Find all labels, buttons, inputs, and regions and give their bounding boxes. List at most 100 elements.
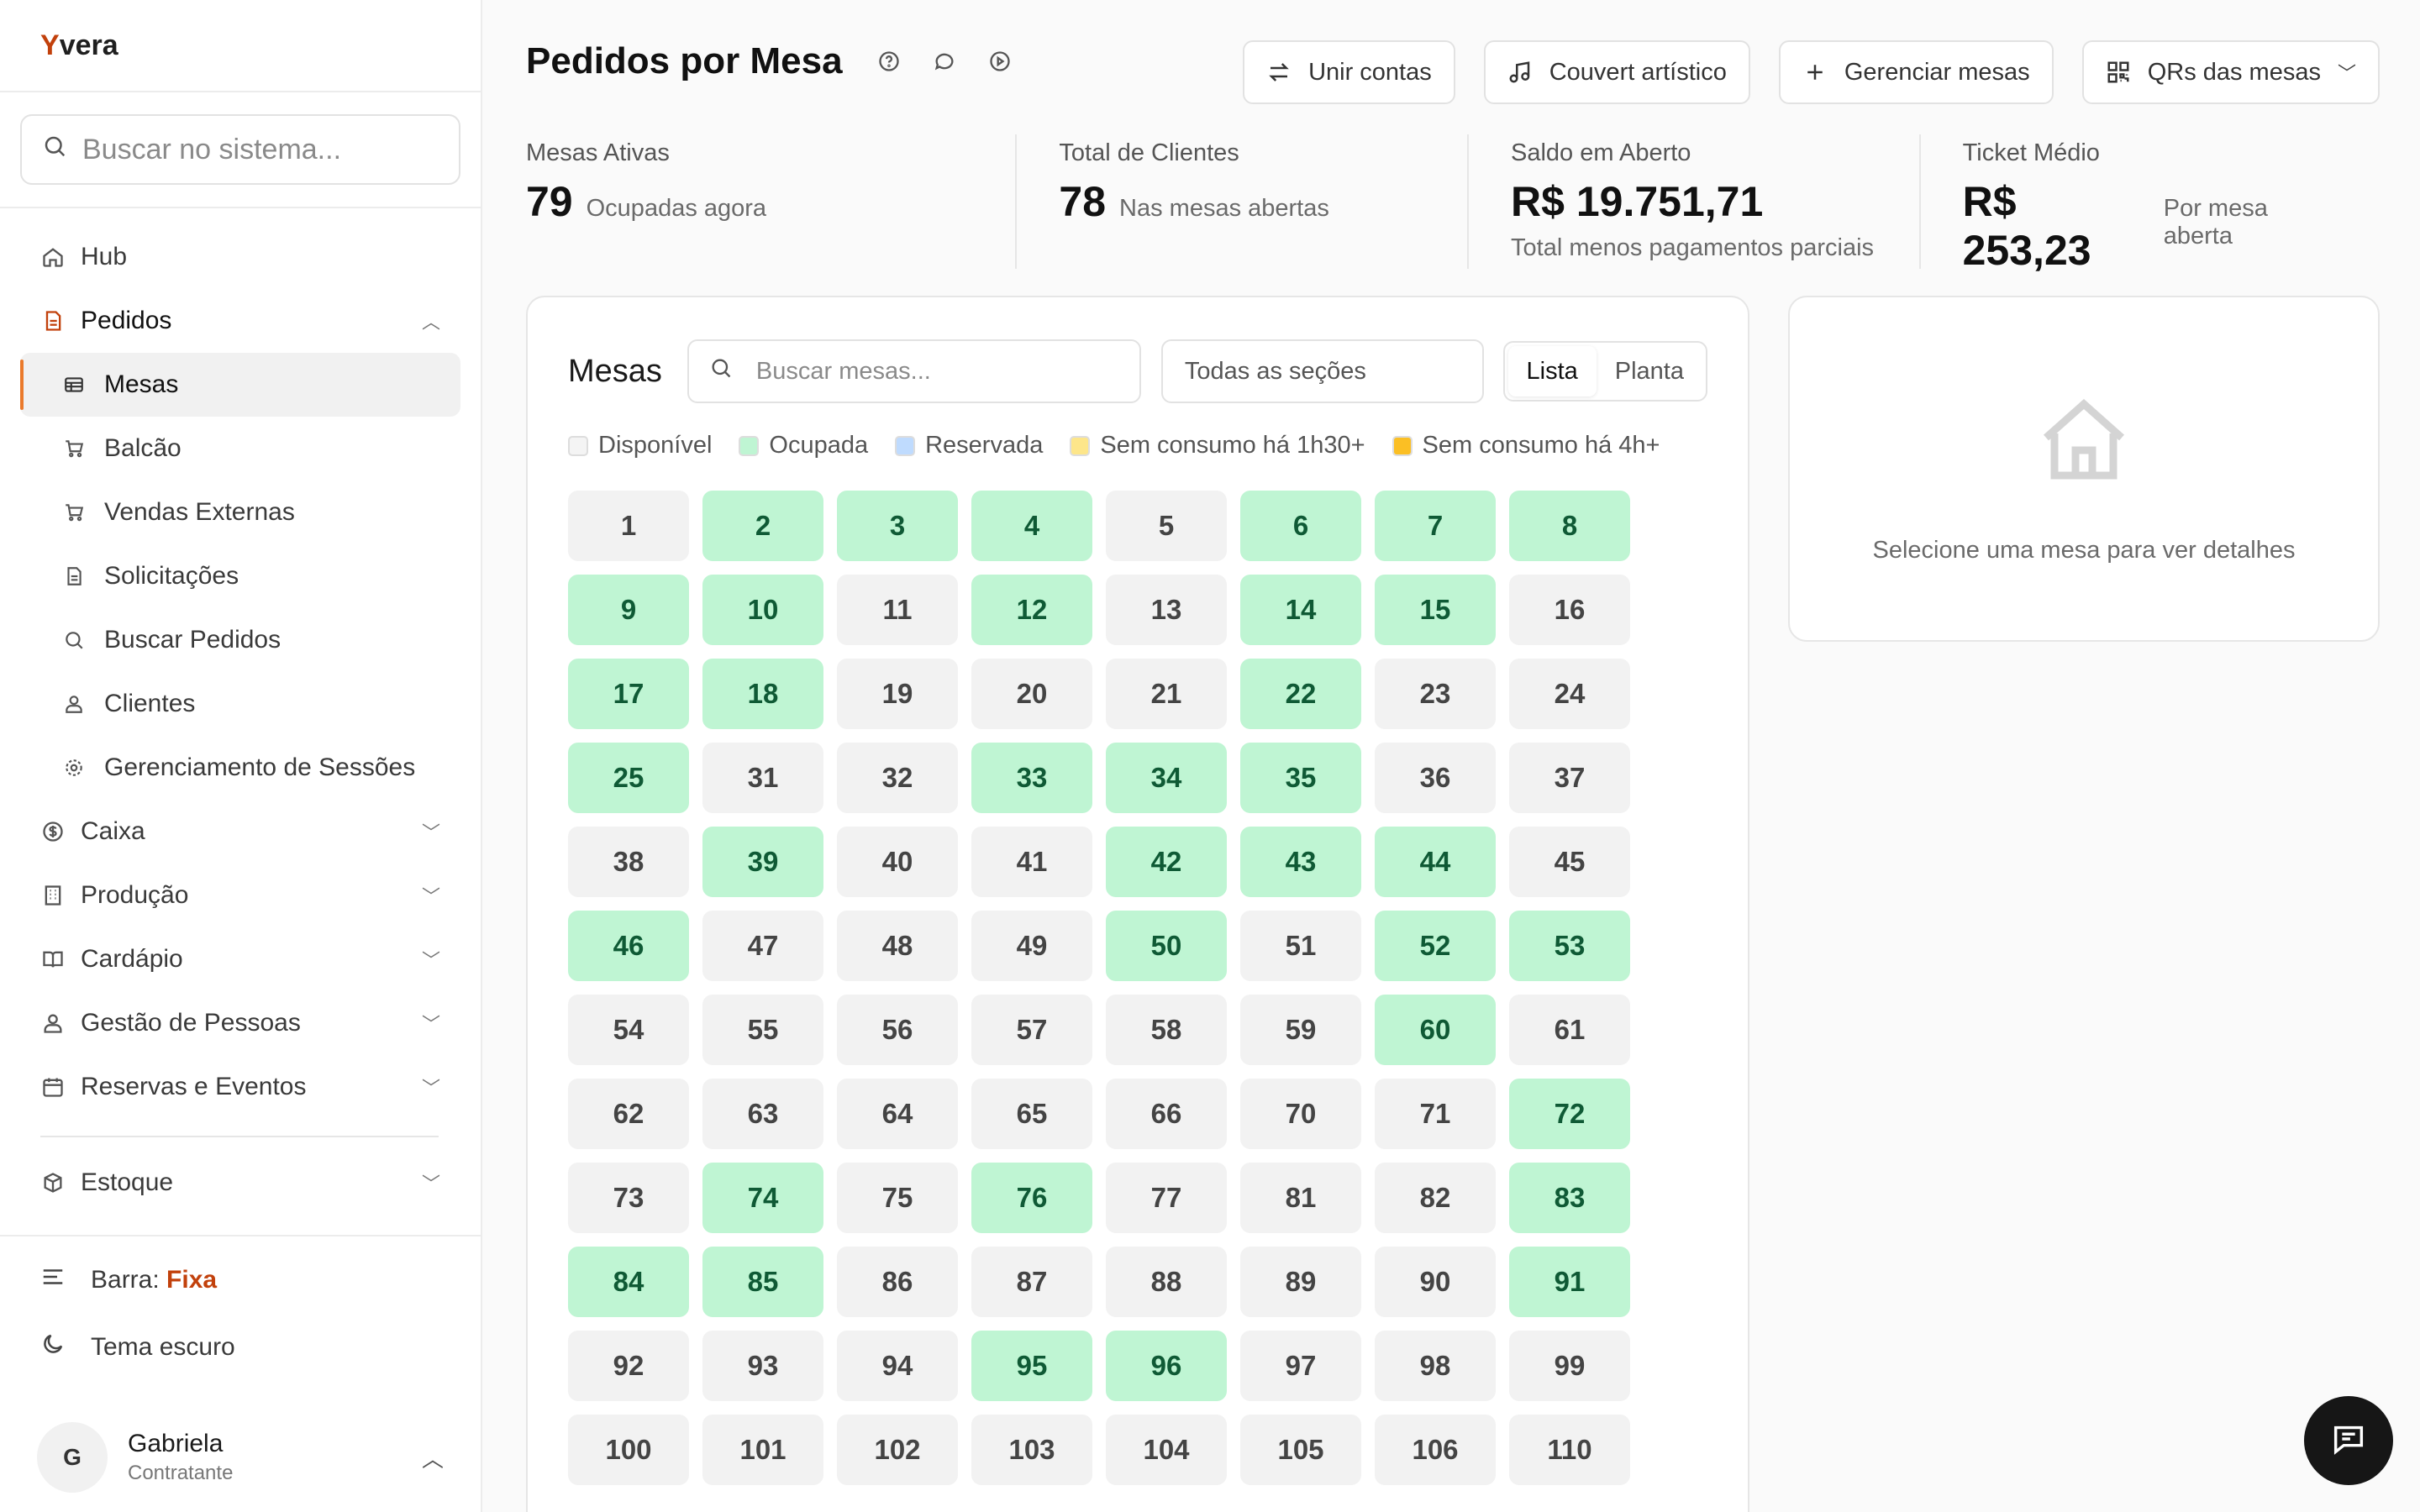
mesa-tile[interactable]: 105 [1240, 1415, 1361, 1485]
mesa-tile[interactable]: 49 [971, 911, 1092, 981]
sidebar-item-reservas-eventos[interactable]: Reservas e Eventos ﹀ [20, 1055, 460, 1119]
mesa-tile[interactable]: 96 [1106, 1331, 1227, 1401]
mesa-tile[interactable]: 14 [1240, 575, 1361, 645]
sidebar-item-clientes[interactable]: Clientes [20, 672, 460, 736]
mesa-tile[interactable]: 58 [1106, 995, 1227, 1065]
mesa-tile[interactable]: 35 [1240, 743, 1361, 813]
mesa-tile[interactable]: 18 [702, 659, 823, 729]
sidebar-item-gerenciamento-sessoes[interactable]: Gerenciamento de Sessões [20, 736, 460, 800]
mesa-tile[interactable]: 65 [971, 1079, 1092, 1149]
mesa-tile[interactable]: 23 [1375, 659, 1496, 729]
system-search-input[interactable]: Buscar no sistema... [20, 114, 460, 185]
help-icon[interactable] [876, 49, 902, 74]
dark-theme-toggle[interactable]: Tema escuro [0, 1314, 481, 1381]
mesa-tile[interactable]: 90 [1375, 1247, 1496, 1317]
mesa-tile[interactable]: 104 [1106, 1415, 1227, 1485]
mesa-tile[interactable]: 10 [702, 575, 823, 645]
mesa-tile[interactable]: 54 [568, 995, 689, 1065]
mesa-tile[interactable]: 42 [1106, 827, 1227, 897]
mesa-tile[interactable]: 6 [1240, 491, 1361, 561]
sidebar-item-balcao[interactable]: Balcão [20, 417, 460, 480]
mesa-tile[interactable]: 33 [971, 743, 1092, 813]
qrs-mesas-dropdown[interactable]: QRs das mesas ﹀ [2081, 40, 2380, 104]
mesa-tile[interactable]: 8 [1509, 491, 1630, 561]
mesa-tile[interactable]: 72 [1509, 1079, 1630, 1149]
mesa-tile[interactable]: 38 [568, 827, 689, 897]
mesa-tile[interactable]: 101 [702, 1415, 823, 1485]
mesa-tile[interactable]: 75 [837, 1163, 958, 1233]
user-menu[interactable]: G Gabriela Contratante ︿ [37, 1420, 444, 1495]
mesa-tile[interactable]: 82 [1375, 1163, 1496, 1233]
mesa-tile[interactable]: 2 [702, 491, 823, 561]
mesa-tile[interactable]: 48 [837, 911, 958, 981]
mesa-tile[interactable]: 9 [568, 575, 689, 645]
mesa-tile[interactable]: 36 [1375, 743, 1496, 813]
mesa-tile[interactable]: 64 [837, 1079, 958, 1149]
mesa-tile[interactable]: 4 [971, 491, 1092, 561]
mesa-tile[interactable]: 5 [1106, 491, 1227, 561]
mesa-tile[interactable]: 12 [971, 575, 1092, 645]
mesa-tile[interactable]: 32 [837, 743, 958, 813]
mesa-tile[interactable]: 55 [702, 995, 823, 1065]
mesa-tile[interactable]: 62 [568, 1079, 689, 1149]
sidebar-item-caixa[interactable]: Caixa ﹀ [20, 800, 460, 864]
mesa-tile[interactable]: 24 [1509, 659, 1630, 729]
mesa-tile[interactable]: 44 [1375, 827, 1496, 897]
mesa-tile[interactable]: 110 [1509, 1415, 1630, 1485]
mesa-tile[interactable]: 1 [568, 491, 689, 561]
mesa-tile[interactable]: 89 [1240, 1247, 1361, 1317]
mesa-tile[interactable]: 102 [837, 1415, 958, 1485]
mesa-tile[interactable]: 56 [837, 995, 958, 1065]
mesa-tile[interactable]: 106 [1375, 1415, 1496, 1485]
mesa-tile[interactable]: 83 [1509, 1163, 1630, 1233]
sidebar-item-estoque[interactable]: Estoque ﹀ [20, 1151, 460, 1215]
gerenciar-mesas-button[interactable]: Gerenciar mesas [1778, 40, 2054, 104]
mesa-tile[interactable]: 91 [1509, 1247, 1630, 1317]
app-logo[interactable]: Yvera [0, 0, 481, 92]
mesa-tile[interactable]: 76 [971, 1163, 1092, 1233]
sidebar-item-mesas[interactable]: Mesas [20, 353, 460, 417]
mesa-tile[interactable]: 51 [1240, 911, 1361, 981]
mesa-tile[interactable]: 16 [1509, 575, 1630, 645]
mesa-tile[interactable]: 31 [702, 743, 823, 813]
sidebar-item-hub[interactable]: Hub [20, 225, 460, 289]
mesa-tile[interactable]: 73 [568, 1163, 689, 1233]
mesa-tile[interactable]: 21 [1106, 659, 1227, 729]
mesa-tile[interactable]: 45 [1509, 827, 1630, 897]
chat-support-button[interactable] [2304, 1396, 2393, 1485]
mesa-tile[interactable]: 86 [837, 1247, 958, 1317]
mesa-tile[interactable]: 103 [971, 1415, 1092, 1485]
unir-contas-button[interactable]: Unir contas [1243, 40, 1455, 104]
mesa-tile[interactable]: 97 [1240, 1331, 1361, 1401]
mesas-search-input[interactable]: Buscar mesas... [687, 339, 1141, 403]
sidebar-item-gestao-pessoas[interactable]: Gestão de Pessoas ﹀ [20, 991, 460, 1055]
mesa-tile[interactable]: 47 [702, 911, 823, 981]
mesa-tile[interactable]: 34 [1106, 743, 1227, 813]
view-lista-button[interactable]: Lista [1507, 346, 1597, 396]
mesa-tile[interactable]: 20 [971, 659, 1092, 729]
mesa-tile[interactable]: 95 [971, 1331, 1092, 1401]
mesa-tile[interactable]: 98 [1375, 1331, 1496, 1401]
section-select[interactable]: Todas as seções [1160, 339, 1484, 403]
mesa-tile[interactable]: 94 [837, 1331, 958, 1401]
mesa-tile[interactable]: 100 [568, 1415, 689, 1485]
mesa-tile[interactable]: 74 [702, 1163, 823, 1233]
mesa-tile[interactable]: 66 [1106, 1079, 1227, 1149]
mesa-tile[interactable]: 88 [1106, 1247, 1227, 1317]
chat-bubble-icon[interactable] [932, 49, 957, 74]
mesa-tile[interactable]: 13 [1106, 575, 1227, 645]
mesa-tile[interactable]: 40 [837, 827, 958, 897]
mesa-tile[interactable]: 84 [568, 1247, 689, 1317]
sidebar-item-buscar-pedidos[interactable]: Buscar Pedidos [20, 608, 460, 672]
sidebar-item-solicitacoes[interactable]: Solicitações [20, 544, 460, 608]
mesa-tile[interactable]: 87 [971, 1247, 1092, 1317]
mesa-tile[interactable]: 43 [1240, 827, 1361, 897]
mesa-tile[interactable]: 77 [1106, 1163, 1227, 1233]
mesa-tile[interactable]: 70 [1240, 1079, 1361, 1149]
mesa-tile[interactable]: 17 [568, 659, 689, 729]
mesa-tile[interactable]: 46 [568, 911, 689, 981]
mesa-tile[interactable]: 60 [1375, 995, 1496, 1065]
mesa-tile[interactable]: 22 [1240, 659, 1361, 729]
mesa-tile[interactable]: 3 [837, 491, 958, 561]
mesa-tile[interactable]: 61 [1509, 995, 1630, 1065]
